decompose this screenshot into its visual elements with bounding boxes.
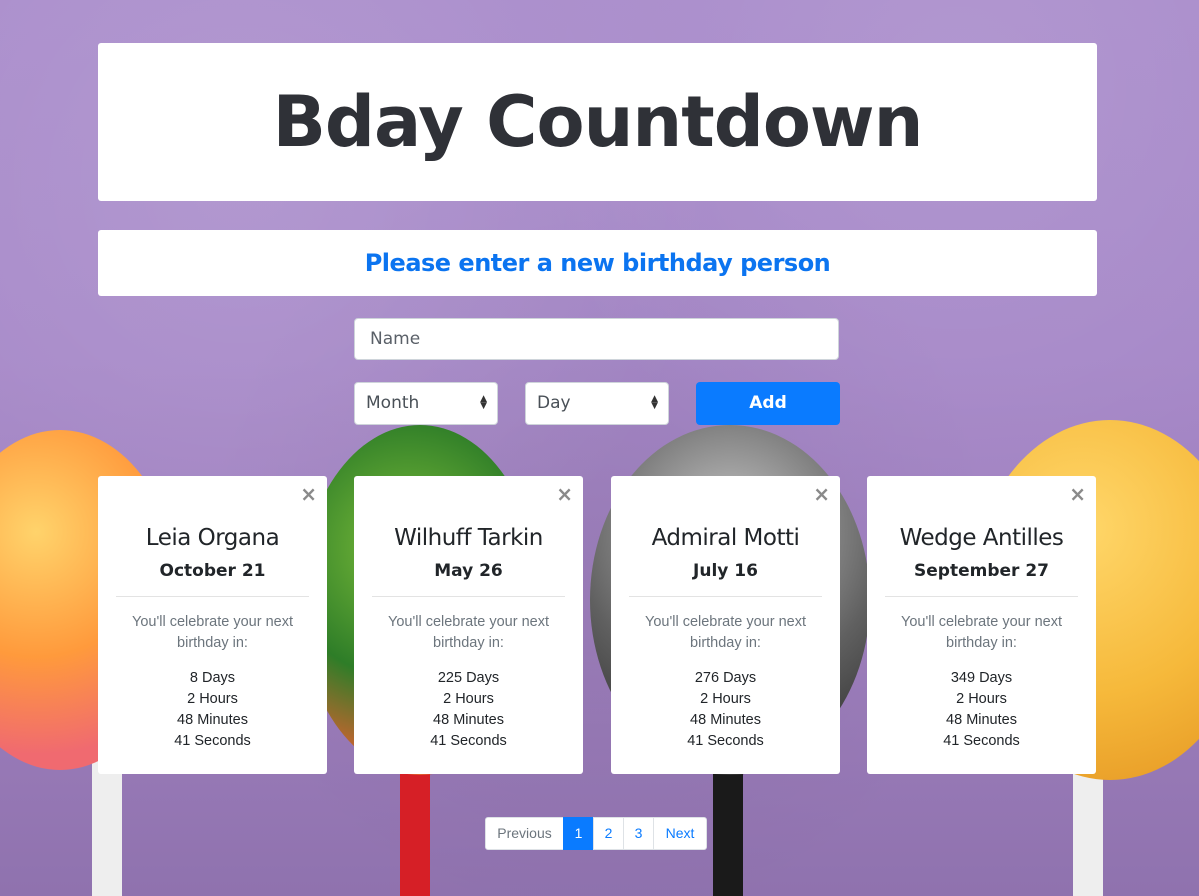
close-icon[interactable]: × [300,484,317,504]
countdown: 276 Days 2 Hours 48 Minutes 41 Seconds [611,668,840,752]
birthday-date: September 27 [914,561,1049,581]
title-panel: Bday Countdown [98,43,1097,201]
countdown-message: You'll celebrate your next birthday in: [131,614,294,651]
countdown-days: 8 Days [189,670,236,686]
close-icon[interactable]: × [1069,484,1086,504]
card-divider [885,596,1078,597]
countdown-seconds: 41 Seconds [174,733,251,749]
countdown-minutes: 48 Minutes [433,712,504,728]
person-name: Leia Organa [145,525,280,551]
countdown-seconds: 41 Seconds [430,733,507,749]
lollipop-stick [400,770,430,896]
birthday-card: × Leia Organa October 21 You'll celebrat… [98,476,327,774]
countdown-hours: 2 Hours [443,691,494,707]
countdown-message: You'll celebrate your next birthday in: [900,614,1063,651]
pagination-next[interactable]: Next [653,817,707,850]
close-icon[interactable]: × [813,484,830,504]
select-arrows-icon: ▲ ▼ [651,393,658,411]
pagination-page-1[interactable]: 1 [563,817,594,850]
countdown-minutes: 48 Minutes [690,712,761,728]
add-button[interactable]: Add [696,382,840,425]
person-name: Wilhuff Tarkin [394,525,543,551]
page-title: Bday Countdown [272,81,924,163]
lollipop-stick [1073,760,1103,896]
card-divider [116,596,309,597]
month-select-value: Month [366,393,420,413]
countdown-days: 349 Days [950,670,1013,686]
birthday-date: October 21 [159,561,266,581]
card-divider [372,596,565,597]
day-select[interactable]: Day ▲ ▼ [525,382,669,425]
birthday-card: × Admiral Motti July 16 You'll celebrate… [611,476,840,774]
close-icon[interactable]: × [556,484,573,504]
birthday-card: × Wilhuff Tarkin May 26 You'll celebrate… [354,476,583,774]
countdown: 8 Days 2 Hours 48 Minutes 41 Seconds [98,668,327,752]
form-heading: Please enter a new birthday person [364,249,831,277]
person-name: Wedge Antilles [899,525,1064,551]
countdown-hours: 2 Hours [956,691,1007,707]
birthday-card: × Wedge Antilles September 27 You'll cel… [867,476,1096,774]
countdown-message: You'll celebrate your next birthday in: [387,614,550,651]
birthday-date: May 26 [434,561,503,581]
countdown-days: 225 Days [437,670,500,686]
pagination: Previous 1 2 3 Next [485,817,707,850]
countdown-minutes: 48 Minutes [177,712,248,728]
subtitle-panel: Please enter a new birthday person [98,230,1097,296]
countdown: 225 Days 2 Hours 48 Minutes 41 Seconds [354,668,583,752]
card-divider [629,596,822,597]
pagination-page-2[interactable]: 2 [593,817,624,850]
countdown-seconds: 41 Seconds [943,733,1020,749]
countdown-hours: 2 Hours [700,691,751,707]
countdown-minutes: 48 Minutes [946,712,1017,728]
month-select[interactable]: Month ▲ ▼ [354,382,498,425]
pagination-page-3[interactable]: 3 [623,817,654,850]
birthday-date: July 16 [693,561,758,581]
lollipop-stick [713,770,743,896]
countdown-hours: 2 Hours [187,691,238,707]
select-arrows-icon: ▲ ▼ [480,393,487,411]
name-input[interactable] [354,318,839,360]
countdown: 349 Days 2 Hours 48 Minutes 41 Seconds [867,668,1096,752]
person-name: Admiral Motti [651,525,800,551]
countdown-message: You'll celebrate your next birthday in: [644,614,807,651]
countdown-days: 276 Days [694,670,757,686]
countdown-seconds: 41 Seconds [687,733,764,749]
day-select-value: Day [537,393,571,413]
pagination-previous[interactable]: Previous [485,817,564,850]
